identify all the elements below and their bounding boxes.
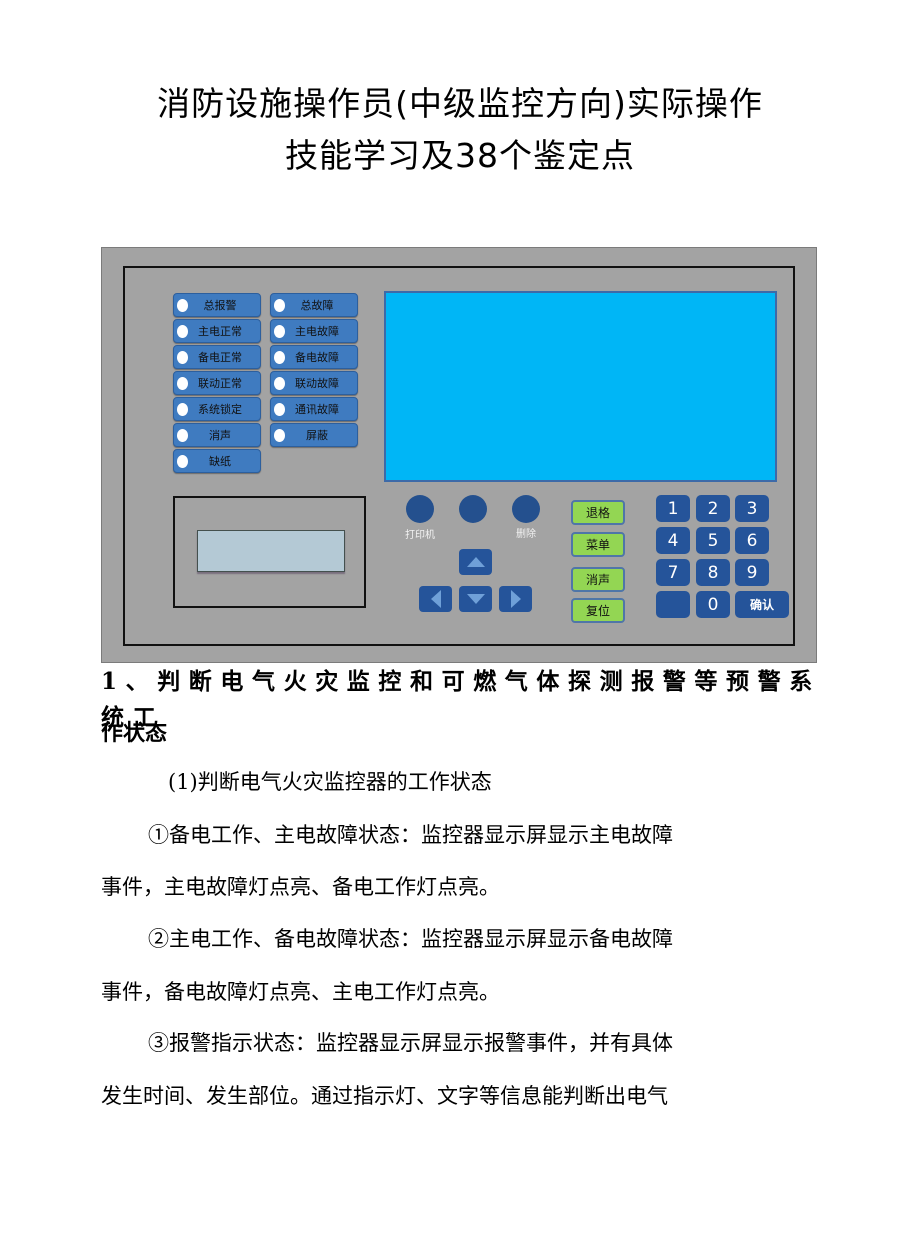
- led-icon: [274, 324, 285, 338]
- led-icon: [274, 428, 285, 442]
- indicator-label: 联动故障: [295, 377, 339, 390]
- confirm-key[interactable]: 确认: [735, 591, 789, 618]
- indicator-label: 屏蔽: [306, 429, 328, 442]
- arrow-down-icon: [466, 594, 485, 604]
- delete-round-button[interactable]: [512, 495, 540, 523]
- printer-paper-slot: [197, 530, 345, 572]
- indicator-silenced[interactable]: 消声: [173, 423, 261, 447]
- arrow-down-button[interactable]: [459, 586, 492, 612]
- item-2-line-2: 事件，备电故障灯点亮、主电工作灯点亮。: [101, 980, 500, 1004]
- key-7[interactable]: 7: [656, 559, 690, 586]
- blank-round-button[interactable]: [459, 495, 487, 523]
- indicator-total-alarm[interactable]: 总报警: [173, 293, 261, 317]
- item-2-line-1: ②主电工作、备电故障状态：监控器显示屏显示备电故障: [148, 927, 673, 951]
- indicator-main-power-normal[interactable]: 主电正常: [173, 319, 261, 343]
- indicator-label: 总故障: [300, 299, 334, 312]
- led-icon: [177, 298, 188, 312]
- printer-housing: [173, 496, 366, 608]
- indicator-label: 联动正常: [198, 377, 242, 390]
- item-3-line-1: ③报警指示状态：监控器显示屏显示报警事件，并有具体: [148, 1031, 673, 1055]
- section-heading: 1、判断电气火灾监控和可燃气体探测报警等预警系统工: [101, 668, 821, 731]
- indicator-total-fault[interactable]: 总故障: [270, 293, 358, 317]
- indicator-linkage-fault[interactable]: 联动故障: [270, 371, 358, 395]
- key-8[interactable]: 8: [696, 559, 730, 586]
- led-icon: [177, 376, 188, 390]
- key-6[interactable]: 6: [735, 527, 769, 554]
- arrow-up-icon: [466, 557, 485, 567]
- led-icon: [274, 350, 285, 364]
- document-title-line-1: 消防设施操作员(中级监控方向)实际操作: [157, 84, 763, 123]
- indicator-shielded[interactable]: 屏蔽: [270, 423, 358, 447]
- indicator-backup-power-fault[interactable]: 备电故障: [270, 345, 358, 369]
- led-icon: [177, 428, 188, 442]
- arrow-up-button[interactable]: [459, 549, 492, 575]
- item-3-line-2: 发生时间、发生部位。通过指示灯、文字等信息能判断出电气: [101, 1084, 668, 1108]
- led-icon: [177, 454, 188, 468]
- indicator-label: 缺纸: [209, 455, 231, 468]
- indicator-label: 备电故障: [295, 351, 339, 364]
- delete-button-label: 删除: [516, 529, 536, 540]
- item-1-line-2: 事件，主电故障灯点亮、备电工作灯点亮。: [101, 875, 500, 899]
- arrow-right-icon: [510, 590, 521, 608]
- indicator-label: 通讯故障: [295, 403, 339, 416]
- indicator-linkage-normal[interactable]: 联动正常: [173, 371, 261, 395]
- key-0[interactable]: 0: [696, 591, 730, 618]
- key-2[interactable]: 2: [696, 495, 730, 522]
- arrow-right-button[interactable]: [499, 586, 532, 612]
- led-icon: [177, 324, 188, 338]
- indicator-backup-power-normal[interactable]: 备电正常: [173, 345, 261, 369]
- key-blank[interactable]: [656, 591, 690, 618]
- indicator-label: 总报警: [203, 299, 237, 312]
- panel-frame: 总报警 主电正常 备电正常 联动正常 系统锁定 消声 缺纸 总故障 主电故障 备…: [123, 266, 795, 646]
- indicator-paper-out[interactable]: 缺纸: [173, 449, 261, 473]
- key-4[interactable]: 4: [656, 527, 690, 554]
- indicator-communication-fault[interactable]: 通讯故障: [270, 397, 358, 421]
- menu-button[interactable]: 菜单: [571, 532, 625, 557]
- key-5[interactable]: 5: [696, 527, 730, 554]
- subheading: (1)判断电气火灾监控器的工作状态: [168, 770, 492, 794]
- indicator-label: 备电正常: [198, 351, 242, 364]
- document-title-line-2: 技能学习及38个鉴定点: [285, 136, 635, 175]
- section-heading-continued: 作状态: [101, 721, 168, 746]
- led-icon: [274, 376, 285, 390]
- backspace-button[interactable]: 退格: [571, 500, 625, 525]
- indicator-label: 消声: [209, 429, 231, 442]
- indicator-system-locked[interactable]: 系统锁定: [173, 397, 261, 421]
- led-icon: [177, 350, 188, 364]
- indicator-main-power-fault[interactable]: 主电故障: [270, 319, 358, 343]
- led-icon: [274, 402, 285, 416]
- lcd-display-screen: [384, 291, 777, 482]
- indicator-label: 主电正常: [198, 325, 242, 338]
- led-icon: [274, 298, 285, 312]
- reset-button[interactable]: 复位: [571, 598, 625, 623]
- monitor-panel-figure: 总报警 主电正常 备电正常 联动正常 系统锁定 消声 缺纸 总故障 主电故障 备…: [101, 247, 817, 663]
- printer-button-label: 打印机: [405, 530, 435, 541]
- indicator-label: 主电故障: [295, 325, 339, 338]
- led-icon: [177, 402, 188, 416]
- arrow-left-button[interactable]: [419, 586, 452, 612]
- printer-round-button[interactable]: [406, 495, 434, 523]
- indicator-label: 系统锁定: [198, 403, 242, 416]
- silence-button[interactable]: 消声: [571, 567, 625, 592]
- item-1-line-1: ①备电工作、主电故障状态：监控器显示屏显示主电故障: [148, 823, 673, 847]
- key-3[interactable]: 3: [735, 495, 769, 522]
- key-9[interactable]: 9: [735, 559, 769, 586]
- key-1[interactable]: 1: [656, 495, 690, 522]
- arrow-left-icon: [430, 590, 441, 608]
